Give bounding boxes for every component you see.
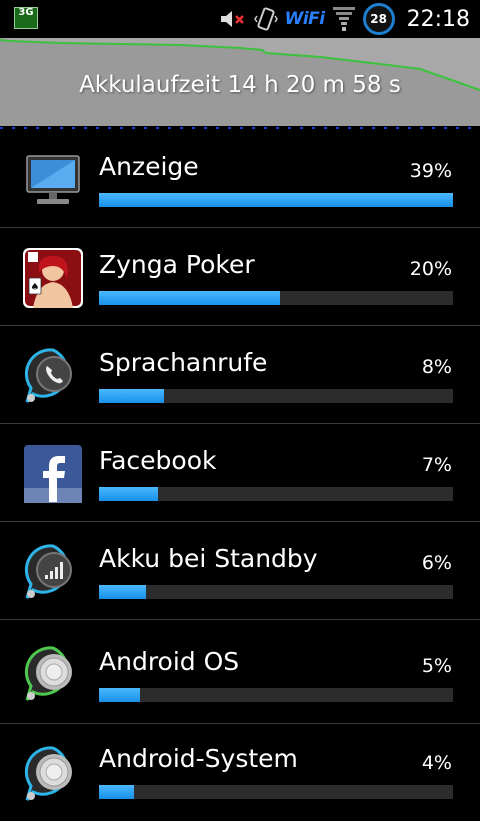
network-3g-icon: 3G (14, 7, 38, 29)
list-item-android-system[interactable]: Android-System 4% (0, 724, 480, 821)
usage-bar-fill (99, 487, 159, 501)
phone-call-icon (23, 346, 83, 406)
usage-bar (99, 585, 453, 599)
monitor-icon (23, 150, 83, 210)
usage-bar (99, 688, 453, 702)
usage-bar-fill (99, 389, 165, 403)
list-item-label: Anzeige (99, 152, 199, 181)
muted-speaker-icon (219, 8, 247, 30)
usage-bar-fill (99, 785, 135, 799)
list-item-percent: 39% (409, 160, 452, 182)
usage-bar (99, 487, 453, 501)
list-item-facebook[interactable]: Facebook 7% (0, 424, 480, 522)
list-item-percent: 7% (421, 454, 452, 476)
signal-strength-icon (331, 4, 357, 34)
list-item-label: Sprachanrufe (99, 348, 268, 377)
list-item-label: Zynga Poker (99, 250, 255, 279)
list-item-sprachanrufe[interactable]: Sprachanrufe 8% (0, 326, 480, 424)
android-os-icon (23, 644, 83, 704)
list-item-akku-bei-standby[interactable]: Akku bei Standby 6% (0, 522, 480, 620)
signal-bars-icon (23, 542, 83, 602)
usage-bar-fill (99, 688, 140, 702)
svg-text:♠: ♠ (31, 282, 40, 293)
usage-bar (99, 193, 453, 207)
list-item-android-os[interactable]: Android OS 5% (0, 620, 480, 724)
list-item-label: Android OS (99, 647, 240, 676)
wifi-icon: WiFi (284, 9, 326, 29)
zynga-poker-icon: ♠ (23, 248, 83, 308)
battery-usage-list: Anzeige 39% ♠ Zynga Poker 20% Sprachanru… (0, 130, 480, 821)
usage-bar-fill (99, 585, 147, 599)
list-item-label: Akku bei Standby (99, 544, 318, 573)
usage-bar (99, 389, 453, 403)
list-item-anzeige[interactable]: Anzeige 39% (0, 130, 480, 228)
battery-runtime-title: Akkulaufzeit 14 h 20 m 58 s (79, 72, 401, 98)
clock: 22:18 (406, 6, 470, 32)
list-item-label: Facebook (99, 446, 217, 475)
usage-bar (99, 291, 453, 305)
list-item-percent: 4% (421, 752, 452, 774)
usage-bar-fill (99, 193, 453, 207)
vibrate-icon (253, 6, 279, 32)
list-item-percent: 6% (421, 552, 452, 574)
facebook-icon (23, 444, 83, 504)
android-system-icon (23, 744, 83, 804)
battery-level-icon: 28 (362, 3, 395, 35)
list-item-percent: 20% (409, 258, 452, 280)
list-item-label: Android-System (99, 744, 298, 773)
list-item-percent: 8% (421, 356, 452, 378)
list-item-zynga-poker[interactable]: ♠ Zynga Poker 20% (0, 228, 480, 326)
status-bar: 3G WiFi 28 22:18 (0, 0, 480, 38)
usage-bar-fill (99, 291, 280, 305)
list-item-percent: 5% (421, 655, 452, 677)
battery-history-graph[interactable]: Akkulaufzeit 14 h 20 m 58 s (0, 38, 480, 126)
usage-bar (99, 785, 453, 799)
